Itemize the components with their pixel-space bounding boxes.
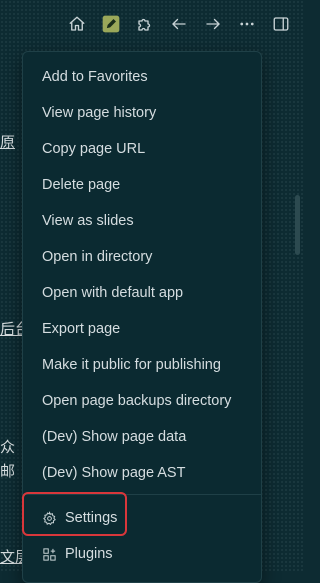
menu-item-show-page-ast[interactable]: (Dev) Show page AST (23, 456, 261, 490)
menu-item-delete-page[interactable]: Delete page (23, 168, 261, 202)
menu-item-view-as-slides[interactable]: View as slides (23, 204, 261, 238)
menu-item-show-page-data[interactable]: (Dev) Show page data (23, 420, 261, 454)
plugins-icon (42, 547, 57, 562)
more-icon[interactable] (235, 12, 259, 36)
menu-item-export-page[interactable]: Export page (23, 312, 261, 346)
arrow-left-icon[interactable] (167, 12, 191, 36)
menu-item-add-to-favorites[interactable]: Add to Favorites (23, 60, 261, 94)
menu-item-view-page-history[interactable]: View page history (23, 96, 261, 130)
edit-page-icon[interactable] (99, 12, 123, 36)
menu-item-open-backups-directory[interactable]: Open page backups directory (23, 384, 261, 418)
menu-item-open-with-default-app[interactable]: Open with default app (23, 276, 261, 310)
background-text-fragment: 原 (0, 133, 16, 151)
arrow-right-icon[interactable] (201, 12, 225, 36)
sidebar-toggle-icon[interactable] (269, 12, 293, 36)
menu-item-open-in-directory[interactable]: Open in directory (23, 240, 261, 274)
background-text-fragment: 众 (0, 438, 16, 456)
puzzle-icon[interactable] (133, 12, 157, 36)
menu-item-copy-page-url[interactable]: Copy page URL (23, 132, 261, 166)
top-toolbar (0, 0, 305, 48)
scrollbar[interactable] (295, 195, 300, 255)
menu-item-label: Plugins (65, 546, 113, 562)
background-text-fragment: 邮 (0, 462, 16, 480)
home-icon[interactable] (65, 12, 89, 36)
menu-item-plugins[interactable]: Plugins (23, 537, 261, 571)
settings-highlight-box (22, 492, 127, 536)
menu-item-make-public[interactable]: Make it public for publishing (23, 348, 261, 382)
